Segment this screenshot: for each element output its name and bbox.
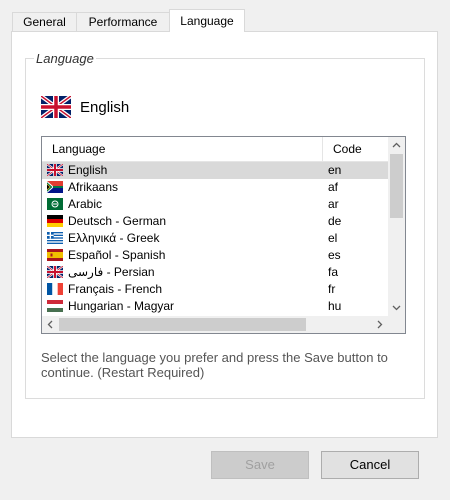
tab-general[interactable]: General xyxy=(12,12,77,31)
language-name: فارسی - Persian xyxy=(68,265,155,279)
germany-flag-icon xyxy=(47,215,63,227)
scroll-right-icon[interactable] xyxy=(371,316,388,333)
scroll-up-icon[interactable] xyxy=(388,137,405,154)
tab-panel: Language English Language Code English e… xyxy=(11,31,438,438)
language-name: Français - French xyxy=(68,282,163,296)
language-list[interactable]: Language Code English en Afrikaans af Ar… xyxy=(41,136,406,334)
list-item[interactable]: Ελληνικά - Greek el xyxy=(42,230,388,247)
list-item[interactable]: Arabic ar xyxy=(42,196,388,213)
scrollbar-corner xyxy=(388,316,405,333)
horizontal-scroll-thumb[interactable] xyxy=(59,318,306,331)
south-africa-flag-icon xyxy=(47,181,63,193)
vertical-scroll-thumb[interactable] xyxy=(390,154,403,218)
list-item[interactable]: Français - French fr xyxy=(42,281,388,298)
scroll-down-icon[interactable] xyxy=(388,299,405,316)
horizontal-scrollbar[interactable] xyxy=(42,316,388,333)
list-item[interactable]: Deutsch - German de xyxy=(42,213,388,230)
hungary-flag-icon xyxy=(47,300,63,312)
language-code: el xyxy=(328,231,338,245)
language-name: Ελληνικά - Greek xyxy=(68,231,160,245)
column-header-language[interactable]: Language xyxy=(42,137,322,161)
language-name: Arabic xyxy=(68,197,103,211)
current-language-name: English xyxy=(80,98,130,116)
scroll-left-icon[interactable] xyxy=(42,316,59,333)
france-flag-icon xyxy=(47,283,63,295)
language-code: af xyxy=(328,180,339,194)
language-code: fr xyxy=(328,282,336,296)
uk-flag-icon xyxy=(41,96,71,118)
vertical-scrollbar[interactable] xyxy=(388,137,405,316)
spain-flag-icon xyxy=(47,249,63,261)
list-item[interactable]: English en xyxy=(42,162,388,179)
language-code: hu xyxy=(328,299,342,313)
language-name: English xyxy=(68,163,108,177)
saudi-flag-icon xyxy=(47,198,63,210)
language-code: en xyxy=(328,163,342,177)
language-name: Hungarian - Magyar xyxy=(68,299,175,313)
save-button[interactable]: Save xyxy=(211,451,309,479)
language-code: fa xyxy=(328,265,339,279)
current-language: English xyxy=(41,95,129,119)
tab-language[interactable]: Language xyxy=(169,9,245,32)
greece-flag-icon xyxy=(47,232,63,244)
language-name: Deutsch - German xyxy=(68,214,167,228)
language-name: Español - Spanish xyxy=(68,248,166,262)
cancel-button[interactable]: Cancel xyxy=(321,451,419,479)
uk-flag-icon xyxy=(47,266,63,278)
list-item[interactable]: Afrikaans af xyxy=(42,179,388,196)
language-name: Afrikaans xyxy=(68,180,119,194)
list-item[interactable]: Español - Spanish es xyxy=(42,247,388,264)
language-code: es xyxy=(328,248,341,262)
list-header: Language Code xyxy=(42,137,388,162)
language-groupbox: Language English Language Code English e… xyxy=(25,51,425,399)
groupbox-legend: Language xyxy=(34,51,96,66)
uk-flag-icon xyxy=(47,164,63,176)
column-header-code[interactable]: Code xyxy=(322,137,388,161)
list-item[interactable]: Hungarian - Magyar hu xyxy=(42,298,388,315)
list-item[interactable]: فارسی - Persian fa xyxy=(42,264,388,281)
list-rows: English en Afrikaans af Arabic ar Deutsc… xyxy=(42,162,388,315)
language-code: de xyxy=(328,214,342,228)
tab-performance[interactable]: Performance xyxy=(76,12,170,31)
instruction-text: Select the language you prefer and press… xyxy=(41,350,388,380)
language-code: ar xyxy=(328,197,339,211)
